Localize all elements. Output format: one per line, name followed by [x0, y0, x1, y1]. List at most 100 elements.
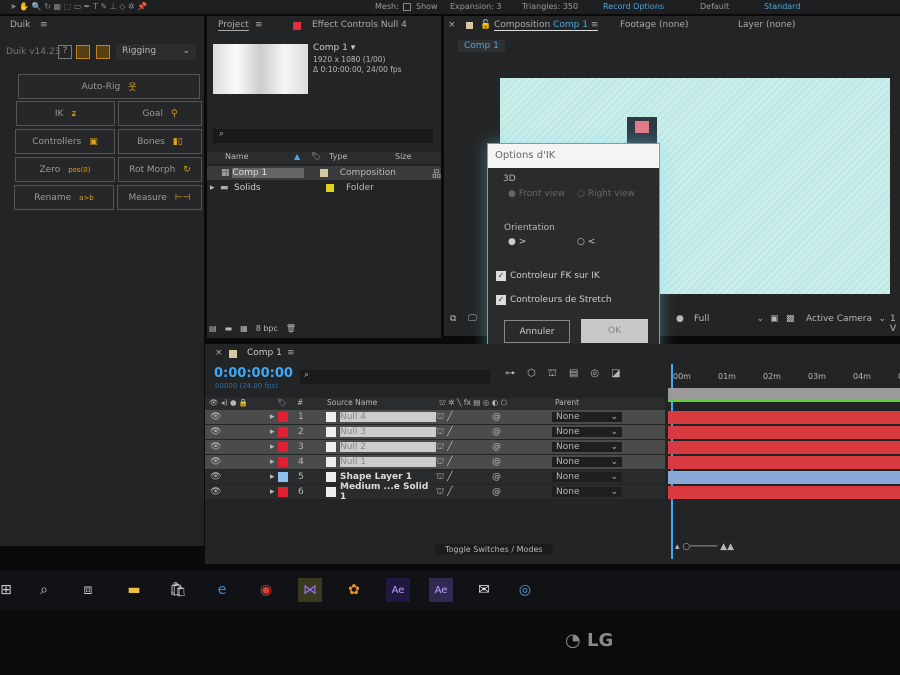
orientation-right-radio[interactable]: ● >: [508, 237, 526, 247]
graph-editor-icon[interactable]: ◪: [611, 368, 620, 381]
label-swatch[interactable]: [278, 427, 288, 437]
show-checkbox[interactable]: [403, 3, 411, 11]
browser-icon[interactable]: ◎: [513, 578, 537, 602]
column-source-name[interactable]: Source Name: [327, 398, 377, 407]
column-name[interactable]: Name: [225, 152, 249, 161]
after-effects-icon[interactable]: Ae: [386, 578, 410, 602]
menu-icon[interactable]: ≡: [287, 348, 295, 358]
fk-checkbox[interactable]: ✓ Controleur FK sur IK: [496, 271, 600, 281]
bpc-label[interactable]: 8 bpc: [256, 324, 278, 333]
layer-tab[interactable]: Layer (none): [738, 20, 795, 30]
effect-controls-tab[interactable]: Effect Controls Null 4: [312, 20, 407, 30]
fl-studio-icon[interactable]: ✿: [342, 578, 366, 602]
layer-name[interactable]: Null 1: [340, 457, 436, 467]
expand-arrow-icon[interactable]: ▸: [270, 412, 278, 422]
label-swatch[interactable]: [278, 457, 288, 467]
layer-switches[interactable]: ⛫ ╱: [436, 457, 492, 468]
layer-switches[interactable]: ⛫ ╱: [436, 472, 492, 483]
parent-dropdown[interactable]: None ⌄: [552, 457, 622, 467]
visual-studio-icon[interactable]: ⋈: [298, 578, 322, 602]
orientation-left-radio[interactable]: ○ <: [577, 237, 595, 247]
comp-breadcrumb[interactable]: Comp 1: [458, 40, 505, 52]
column-type[interactable]: Type: [329, 152, 347, 161]
lock-icon[interactable]: 🔓: [480, 20, 491, 30]
column-size[interactable]: Size: [395, 152, 411, 161]
comp-flowchart-icon[interactable]: ⊶: [505, 368, 515, 381]
project-search-input[interactable]: ⌕: [213, 129, 433, 143]
layer-row[interactable]: 👁 ▸ 6 Medium ...e Solid 1 ⛫ ╱ @ None ⌄: [205, 482, 665, 502]
layer-name[interactable]: Medium ...e Solid 1: [340, 482, 436, 502]
layer-switches[interactable]: ⛫ ╱: [436, 427, 492, 438]
expand-arrow-icon[interactable]: ▸: [270, 442, 278, 452]
menu-icon[interactable]: ≡: [255, 20, 263, 30]
layer-row[interactable]: 👁 ▸ 2 Null 3 ⛫ ╱ @ None ⌄: [205, 425, 665, 439]
measure-button[interactable]: Measure ⊢⊣: [117, 185, 202, 210]
comp-name[interactable]: Comp 1 ▾: [313, 43, 355, 53]
new-composition-icon[interactable]: ▦: [240, 324, 248, 333]
layer-duration-bar[interactable]: [668, 486, 900, 499]
time-ruler[interactable]: 00m01m02m03m04m05m: [667, 364, 900, 388]
file-explorer-icon[interactable]: ▬: [122, 578, 146, 602]
search-icon[interactable]: ⌕: [32, 578, 56, 602]
expand-arrow-icon[interactable]: ▸: [270, 472, 278, 482]
spiral-pickwhip-icon[interactable]: @: [492, 472, 552, 482]
controllers-button[interactable]: Controllers ▣: [15, 129, 115, 154]
new-folder-icon[interactable]: ▬: [225, 324, 233, 333]
zoom-slider[interactable]: ▴ ○───── ▲▲: [675, 542, 734, 552]
after-effects-icon[interactable]: Ae: [429, 578, 453, 602]
eye-icon[interactable]: 👁: [210, 472, 270, 482]
expand-arrow-icon[interactable]: ▸: [270, 457, 278, 467]
ik-button[interactable]: IK ʑ: [16, 101, 115, 126]
label-swatch[interactable]: [278, 472, 288, 482]
label-swatch[interactable]: [278, 487, 288, 497]
rot-morph-button[interactable]: Rot Morph ↻: [118, 157, 202, 182]
project-item-solids[interactable]: ▸ ▬ Solids Folder: [207, 181, 441, 195]
layer-switches[interactable]: ⛫ ╱: [436, 442, 492, 453]
workspace-default[interactable]: Default: [700, 2, 729, 11]
label-swatch[interactable]: [278, 412, 288, 422]
project-item-comp[interactable]: ▦ Comp 1 Composition 品: [207, 166, 441, 180]
spiral-pickwhip-icon[interactable]: @: [492, 412, 552, 422]
duik-tab[interactable]: Duik: [10, 20, 30, 30]
eye-icon[interactable]: 👁: [210, 487, 270, 497]
spiral-pickwhip-icon[interactable]: @: [492, 487, 552, 497]
layer-duration-bar[interactable]: [668, 456, 900, 469]
layer-name[interactable]: Null 3: [340, 427, 436, 437]
parent-dropdown[interactable]: None ⌄: [552, 427, 622, 437]
mail-icon[interactable]: ✉: [472, 578, 496, 602]
layer-duration-bar[interactable]: [668, 471, 900, 484]
work-area-bar[interactable]: [668, 388, 900, 400]
layer-duration-bar[interactable]: [668, 441, 900, 454]
mode-dropdown[interactable]: Rigging ⌄: [116, 44, 196, 60]
label-swatch[interactable]: [278, 442, 288, 452]
front-view-radio[interactable]: ● Front view: [508, 189, 565, 199]
timecode[interactable]: 0:00:00:00: [214, 366, 293, 381]
layer-switches[interactable]: ⛫ ╱: [436, 487, 492, 498]
layer-duration-bar[interactable]: [668, 426, 900, 439]
parent-dropdown[interactable]: None ⌄: [552, 487, 622, 497]
ok-button[interactable]: OK: [581, 319, 648, 343]
layer-name[interactable]: Shape Layer 1: [340, 472, 436, 482]
workspace-standard[interactable]: Standard: [764, 2, 800, 11]
layer-row[interactable]: 👁 ▸ 3 Null 2 ⛫ ╱ @ None ⌄: [205, 440, 665, 454]
goal-button[interactable]: Goal ⚲: [118, 101, 202, 126]
footage-tab[interactable]: Footage (none): [620, 20, 689, 30]
right-view-radio[interactable]: ○ Right view: [577, 189, 635, 199]
spiral-pickwhip-icon[interactable]: @: [492, 457, 552, 467]
timeline-tab[interactable]: Comp 1: [247, 348, 282, 358]
close-icon[interactable]: ×: [448, 20, 456, 30]
layer-duration-bar[interactable]: [668, 411, 900, 424]
timeline-search-input[interactable]: ⌕: [300, 370, 490, 384]
region-of-interest-icon[interactable]: ▣: [770, 314, 779, 324]
chrome-icon[interactable]: ◉: [254, 578, 278, 602]
resolution-dropdown[interactable]: Full ⌄: [694, 314, 764, 324]
zero-button[interactable]: Zero pos(0): [15, 157, 115, 182]
rename-button[interactable]: Rename a>b: [14, 185, 114, 210]
color-channels-icon[interactable]: ●: [676, 314, 684, 324]
toggle-switches-modes-button[interactable]: Toggle Switches / Modes: [435, 544, 553, 555]
expand-arrow-icon[interactable]: ▸: [270, 427, 278, 437]
layer-name[interactable]: Null 2: [340, 442, 436, 452]
layer-row[interactable]: 👁 ▸ 4 Null 1 ⛫ ╱ @ None ⌄: [205, 455, 665, 469]
snapshot-icon[interactable]: ⧉: [450, 314, 456, 324]
layer-name[interactable]: Null 4: [340, 412, 436, 422]
